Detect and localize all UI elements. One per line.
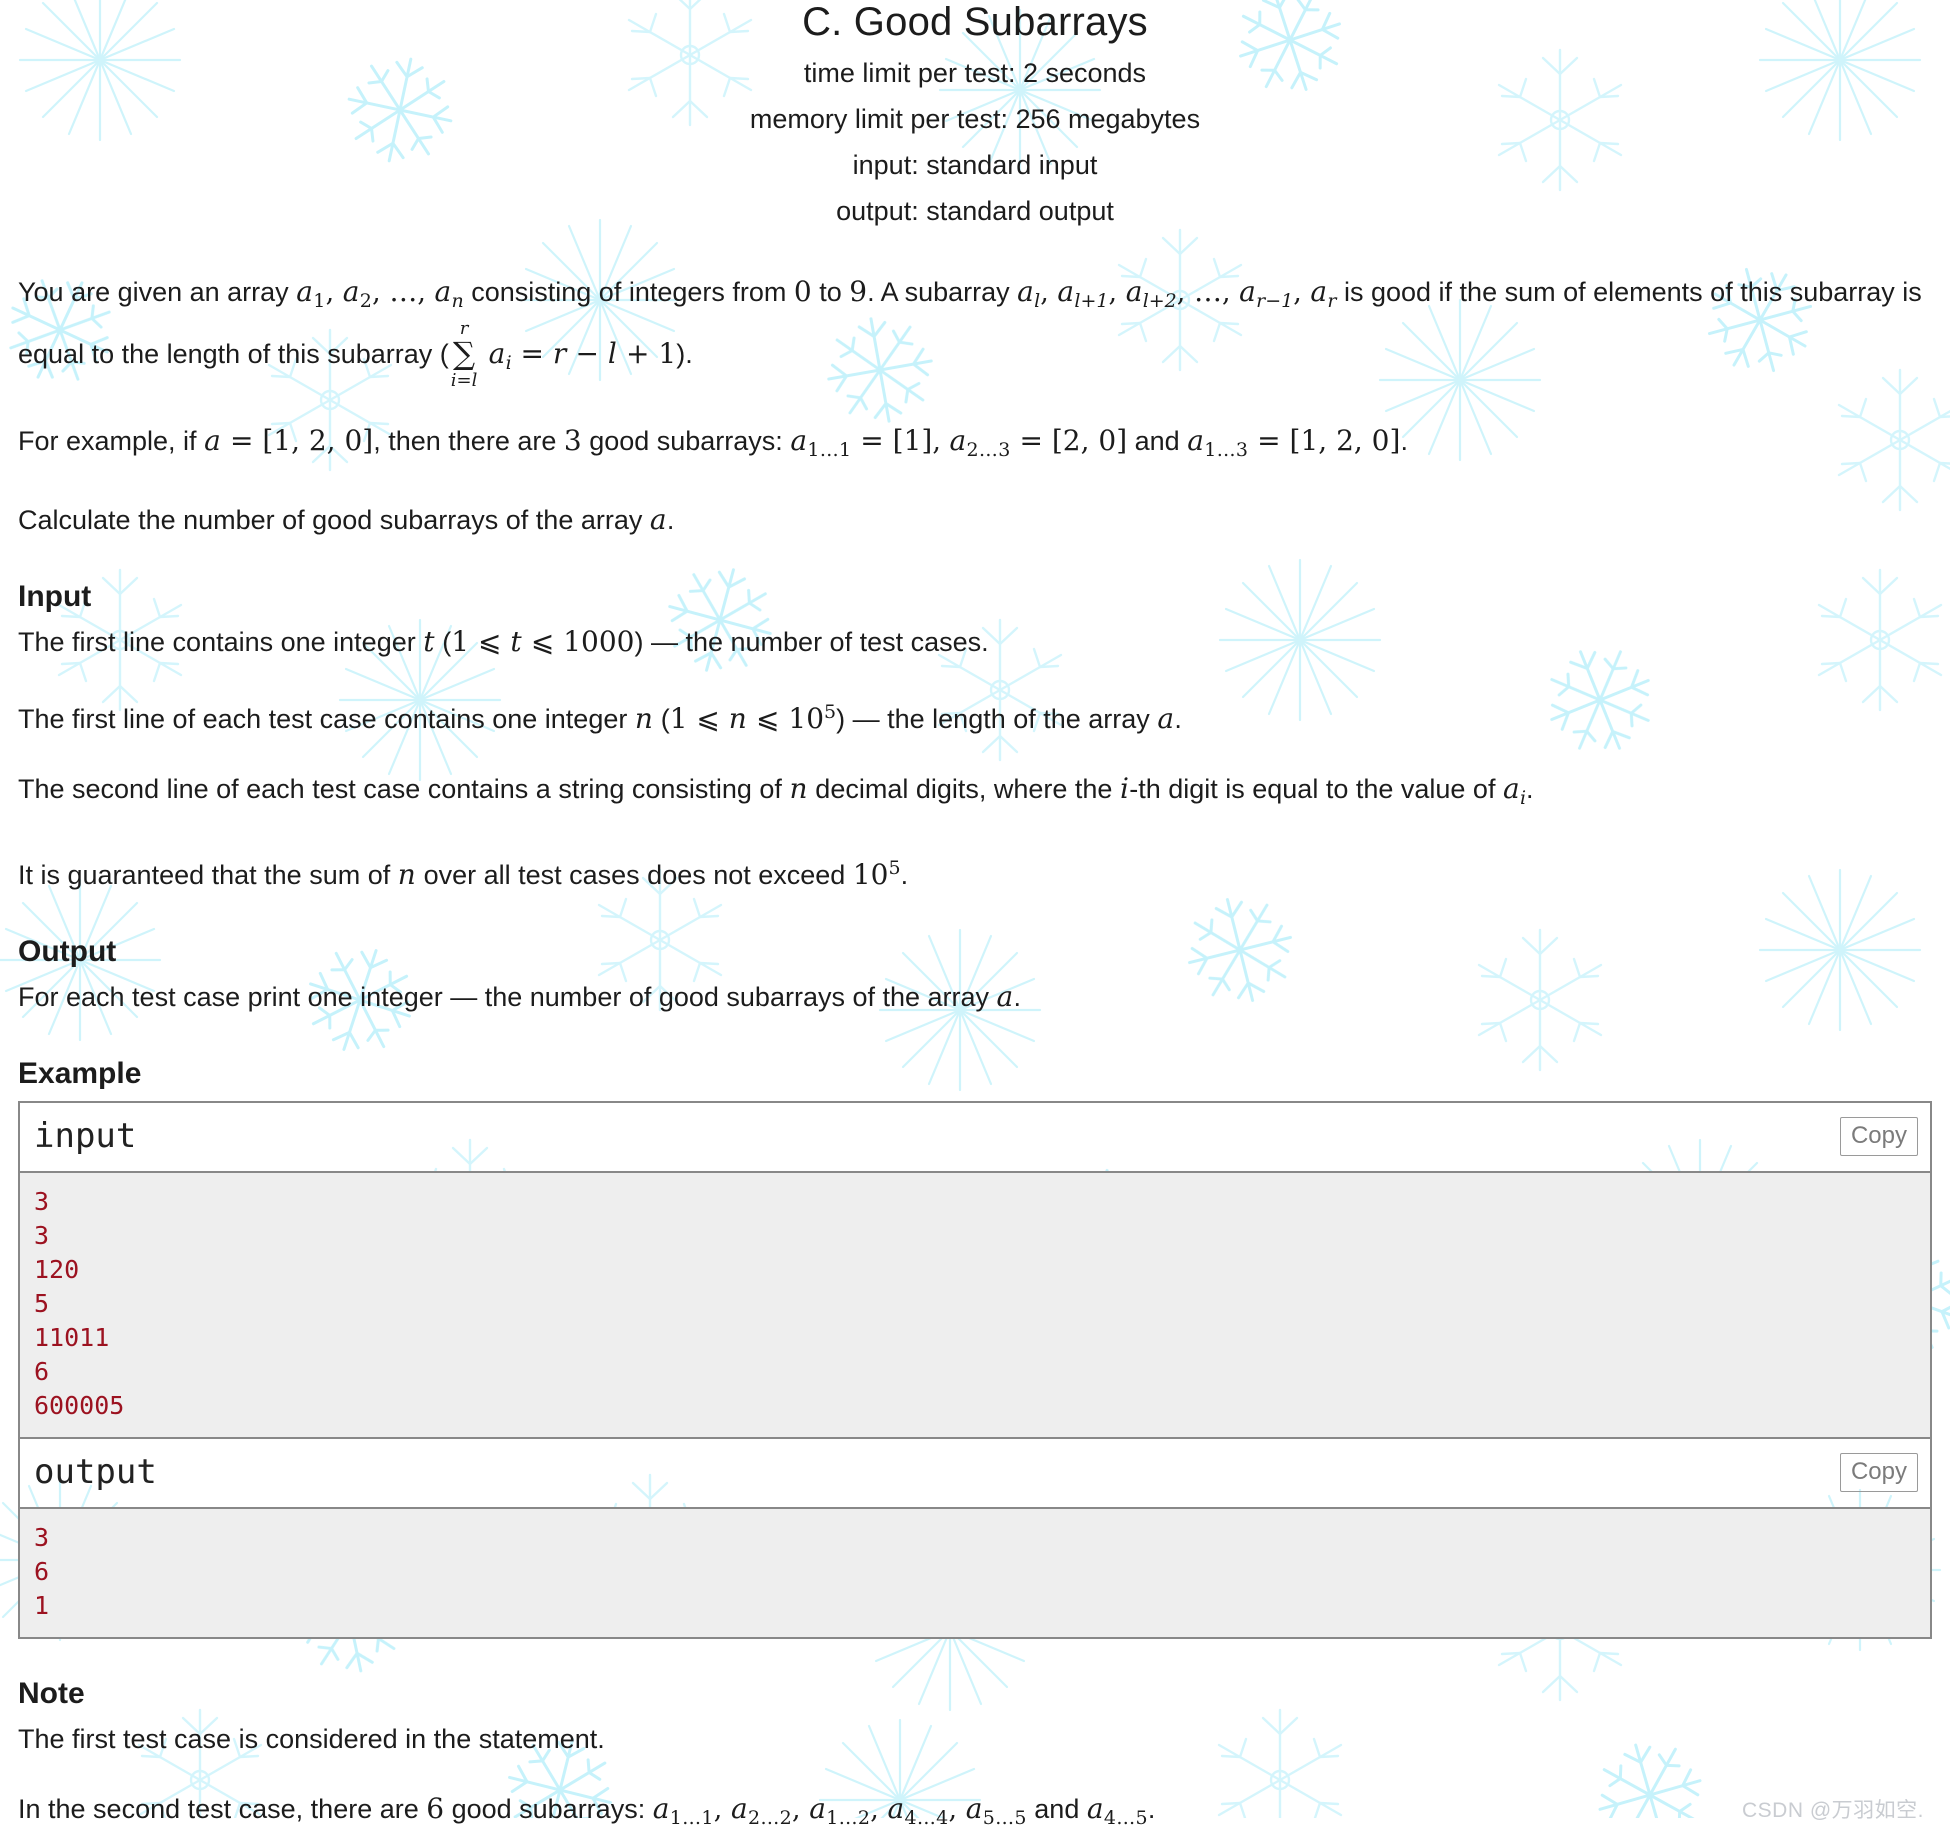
math-note-a12: a1…2 (809, 1792, 871, 1829)
math-array-an: an (434, 275, 464, 312)
math-note-a44: a4…4 (887, 1792, 949, 1829)
math-note-a45: a4…5 (1086, 1792, 1148, 1829)
input-line-1: The first line contains one integer t (1… (18, 625, 989, 658)
note-line-1: The first test case is considered in the… (18, 1724, 605, 1754)
output-specification-section: Output For each test case print one inte… (0, 931, 1950, 1017)
sample-input-label: input (34, 1116, 137, 1156)
input-line-2: The first line of each test case contain… (18, 701, 1182, 735)
math-array-al: al (1017, 275, 1041, 312)
input-line-4: It is guaranteed that the sum of n over … (18, 857, 909, 891)
note-heading: Note (18, 1677, 85, 1710)
csdn-watermark: CSDN @万羽如空. (1742, 1799, 1924, 1822)
math-sum-body: ai (488, 337, 512, 375)
math-power-ten-2: 105 (852, 857, 901, 891)
input-specification-section: Input The first line contains one intege… (0, 576, 1950, 895)
math-array-arm1: ar−1 (1239, 275, 1294, 312)
sample-input-block: input Copy 3 3 120 5 11011 6 600005 (18, 1101, 1932, 1437)
math-zero: 0 (793, 275, 812, 308)
output-heading: Output (18, 935, 117, 968)
example-heading: Example (18, 1057, 142, 1090)
output-spec-text: output: standard output (836, 196, 1114, 226)
math-note-a22: a2…2 (730, 1792, 793, 1829)
sample-output-block: output Copy 3 6 1 (18, 1437, 1932, 1639)
memory-limit-text: memory limit per test: 256 megabytes (749, 104, 1201, 134)
example-section: Example input Copy 3 3 120 5 11011 6 600… (0, 1053, 1950, 1639)
problem-limits: time limit per test: 2 seconds memory li… (18, 50, 1932, 234)
math-a-i: ai (1502, 772, 1527, 809)
math-sub-a23: a2…3 (949, 424, 1011, 461)
summation-operator: r ∑ i=l (450, 318, 478, 391)
problem-header: C. Good Subarrays time limit per test: 2… (0, 0, 1950, 234)
math-array-a1: a1 (296, 275, 326, 312)
sample-tests: input Copy 3 3 120 5 11011 6 600005 outp… (18, 1101, 1932, 1639)
statement-paragraph-1: You are given an array a1, a2, …, an con… (18, 275, 1922, 391)
input-line-3: The second line of each test case contai… (18, 772, 1534, 809)
problem-statement-page: C. Good Subarrays time limit per test: 2… (0, 0, 1950, 1838)
math-sub-a13: a1…3 (1187, 424, 1249, 461)
math-nine: 9 (849, 275, 868, 308)
statement-paragraph-3: Calculate the number of good subarrays o… (18, 503, 675, 536)
sample-output-content: 3 6 1 (20, 1507, 1930, 1637)
math-ellipsis: … (389, 275, 418, 308)
sample-input-header: input Copy (20, 1103, 1930, 1171)
time-limit-text: time limit per test: 2 seconds (803, 58, 1147, 88)
note-section: Note The first test case is considered i… (0, 1673, 1950, 1838)
math-array-al2: al+2 (1125, 275, 1177, 312)
math-sub-a11: a1…1 (790, 424, 852, 461)
statement-paragraph-2: For example, if a = [1, 2, 0], then ther… (18, 424, 1408, 461)
sample-output-header: output Copy (20, 1439, 1930, 1507)
note-line-2: In the second test case, there are 6 goo… (18, 1792, 1156, 1829)
input-heading: Input (18, 580, 92, 613)
math-a-var: a (204, 424, 222, 457)
sample-input-content: 3 3 120 5 11011 6 600005 (20, 1171, 1930, 1437)
copy-output-button[interactable]: Copy (1839, 1453, 1918, 1492)
math-note-a55: a5…5 (965, 1792, 1027, 1829)
page-title: C. Good Subarrays (802, 0, 1148, 44)
output-line-1: For each test case print one integer — t… (18, 980, 1022, 1013)
math-array-al1: al+1 (1057, 275, 1109, 312)
math-array-ar: ar (1310, 275, 1337, 312)
sample-output-label: output (34, 1452, 157, 1492)
input-spec-text: input: standard input (852, 150, 1098, 180)
math-example-array: [1, 2, 0] (262, 424, 374, 457)
math-array-a2: a2 (342, 275, 373, 312)
copy-input-button[interactable]: Copy (1839, 1117, 1918, 1156)
statement-body: You are given an array a1, a2, …, an con… (0, 272, 1950, 540)
math-power-ten: 105 (788, 701, 837, 735)
math-note-a11: a1…1 (652, 1792, 714, 1829)
